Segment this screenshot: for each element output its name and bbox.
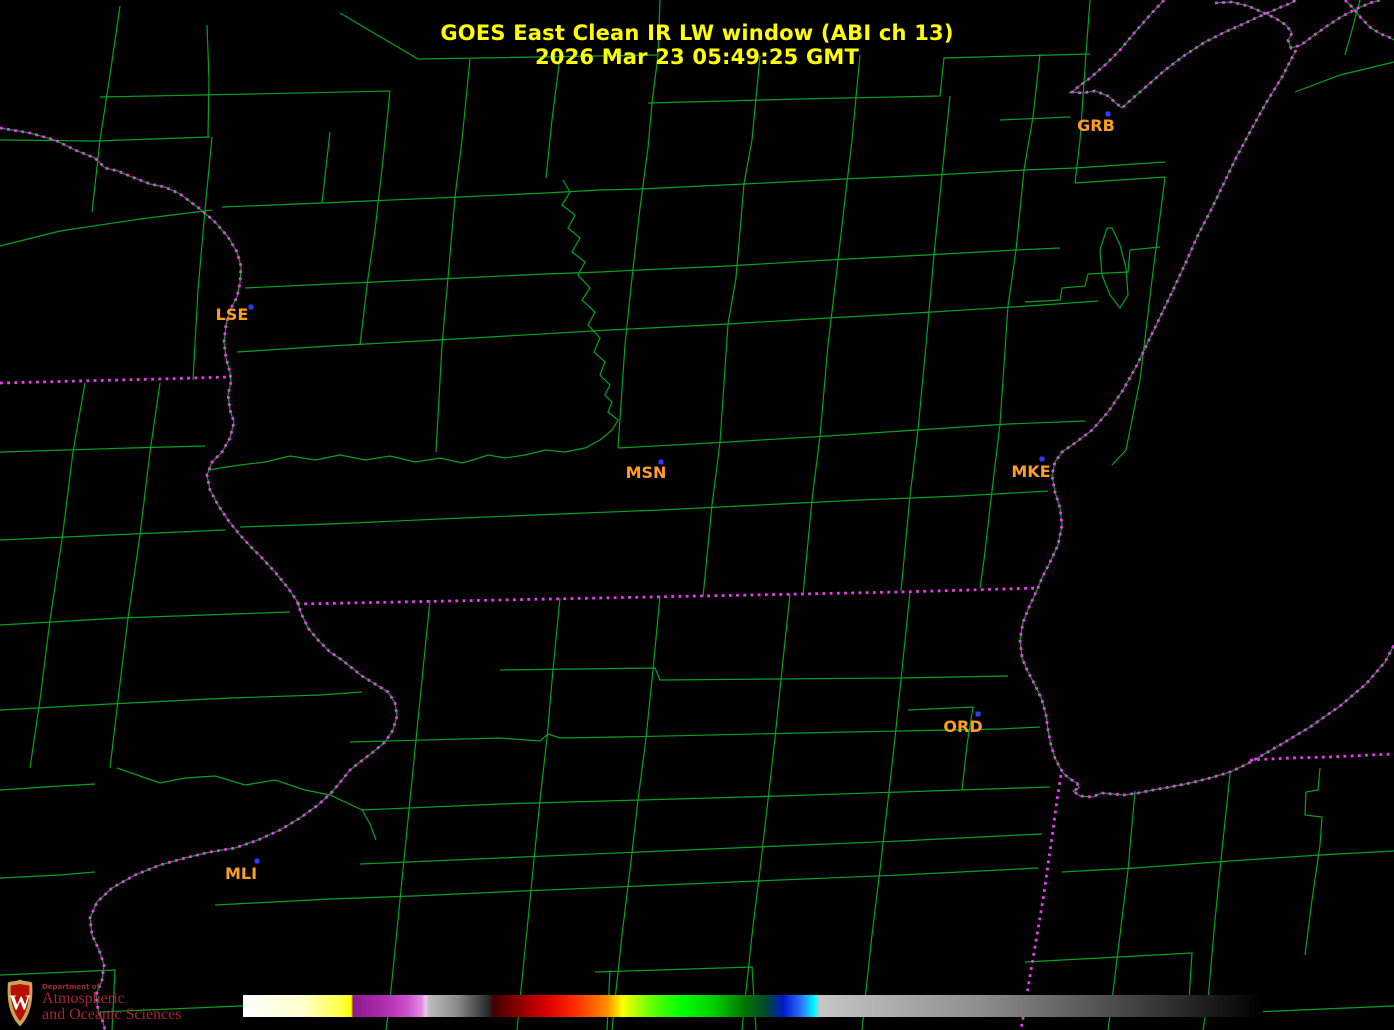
county-border-line bbox=[361, 786, 1051, 811]
county-borders-layer bbox=[0, 0, 1394, 1030]
county-border-line bbox=[349, 726, 1041, 743]
county-border-line bbox=[499, 667, 1009, 681]
county-border-line bbox=[0, 529, 226, 541]
station-dot-MLI bbox=[254, 858, 260, 864]
county-border-line bbox=[29, 382, 86, 769]
county-border-line bbox=[239, 490, 1049, 528]
title-line-2: 2026 Mar 23 05:49:25 GMT bbox=[534, 45, 860, 69]
county-border-line bbox=[900, 95, 951, 592]
county-border-line bbox=[221, 161, 1166, 208]
county-border-line bbox=[545, 56, 561, 179]
station-label-GRB: GRB bbox=[1077, 116, 1115, 135]
crest-monogram: W bbox=[9, 991, 31, 1015]
county-border-line bbox=[1024, 246, 1161, 303]
satellite-map: LSE GRB MSN MKE ORD MLI bbox=[0, 0, 1394, 1030]
logo-text-block: Department of Atmospheric and Oceanic Sc… bbox=[42, 977, 181, 1023]
county-border-line bbox=[236, 300, 1099, 353]
station-dot-ORD bbox=[975, 711, 981, 717]
station-label-MKE: MKE bbox=[1011, 462, 1050, 481]
county-border-line bbox=[321, 131, 331, 204]
county-border-line bbox=[0, 136, 211, 142]
station-dot-LSE bbox=[248, 304, 254, 310]
logo-line-1: Atmospheric bbox=[42, 990, 125, 1007]
county-border-line bbox=[1304, 767, 1323, 956]
station-label-MLI: MLI bbox=[225, 864, 257, 883]
county-border-line bbox=[0, 691, 363, 711]
stations-layer: LSE GRB MSN MKE ORD MLI bbox=[216, 111, 1115, 883]
county-border-line bbox=[374, 90, 391, 231]
station-ORD: ORD bbox=[943, 711, 983, 736]
county-border-line bbox=[0, 611, 291, 626]
in-border-east bbox=[1249, 752, 1394, 762]
station-MSN: MSN bbox=[626, 459, 667, 482]
station-label-ORD: ORD bbox=[943, 717, 982, 736]
county-border-line bbox=[109, 382, 161, 769]
county-border-line bbox=[385, 599, 431, 1030]
county-border-line bbox=[192, 136, 213, 381]
lake-michigan-shoreline-green bbox=[1019, 49, 1394, 798]
mississippi-river-border-green bbox=[0, 127, 398, 1030]
aos-logo: W Department of Atmospheric and Oceanic … bbox=[6, 977, 181, 1029]
station-MLI: MLI bbox=[225, 858, 260, 883]
station-label-MSN: MSN bbox=[626, 463, 667, 482]
mn-ia-border bbox=[0, 375, 229, 385]
station-dot-MKE bbox=[1039, 456, 1045, 462]
temperature-colorbar bbox=[243, 995, 1263, 1017]
county-border-line bbox=[702, 55, 761, 598]
county-border-line bbox=[999, 116, 1071, 121]
county-border-line bbox=[99, 90, 391, 98]
county-border-line bbox=[611, 595, 661, 1030]
county-border-line bbox=[91, 139, 101, 213]
mississippi-river-border bbox=[0, 126, 399, 1030]
county-border-line bbox=[435, 58, 471, 453]
county-border-line bbox=[861, 591, 911, 1030]
county-border-line bbox=[1074, 176, 1166, 184]
county-border-line bbox=[116, 767, 377, 841]
state-borders-layer bbox=[0, 0, 1394, 1030]
county-border-line bbox=[979, 53, 1041, 589]
county-border-line bbox=[0, 445, 206, 453]
county-border-line bbox=[802, 54, 861, 596]
il-in-border bbox=[1019, 774, 1063, 1030]
uw-crest-icon: W bbox=[7, 979, 33, 1027]
county-border-line bbox=[617, 147, 649, 449]
county-border-line bbox=[617, 420, 1086, 449]
county-border-line bbox=[0, 783, 96, 791]
county-border-line bbox=[209, 454, 463, 471]
station-LSE: LSE bbox=[216, 304, 254, 324]
station-GRB: GRB bbox=[1077, 111, 1115, 135]
county-border-line bbox=[0, 871, 96, 879]
county-border-line bbox=[516, 597, 561, 1030]
station-label-LSE: LSE bbox=[216, 305, 249, 324]
county-border-line bbox=[359, 833, 1043, 865]
county-border-line bbox=[359, 229, 376, 346]
county-border-line bbox=[1099, 227, 1129, 310]
county-border-line bbox=[741, 593, 791, 1030]
wi-il-border bbox=[296, 586, 1038, 606]
county-border-line bbox=[0, 209, 213, 247]
goes-satellite-viewer: LSE GRB MSN MKE ORD MLI GOES East Clean IR LW… bbox=[0, 0, 1394, 1030]
station-MKE: MKE bbox=[1011, 456, 1051, 481]
county-border-line bbox=[1202, 773, 1231, 1030]
image-title: GOES East Clean IR LW window (ABI ch 13)… bbox=[0, 21, 1394, 69]
title-line-1: GOES East Clean IR LW window (ABI ch 13) bbox=[440, 21, 954, 45]
county-border-line bbox=[461, 179, 619, 464]
county-border-line bbox=[1061, 850, 1394, 873]
logo-line-2: and Oceanic Sciences bbox=[42, 1006, 182, 1023]
lake-michigan-shoreline bbox=[1018, 49, 1394, 799]
